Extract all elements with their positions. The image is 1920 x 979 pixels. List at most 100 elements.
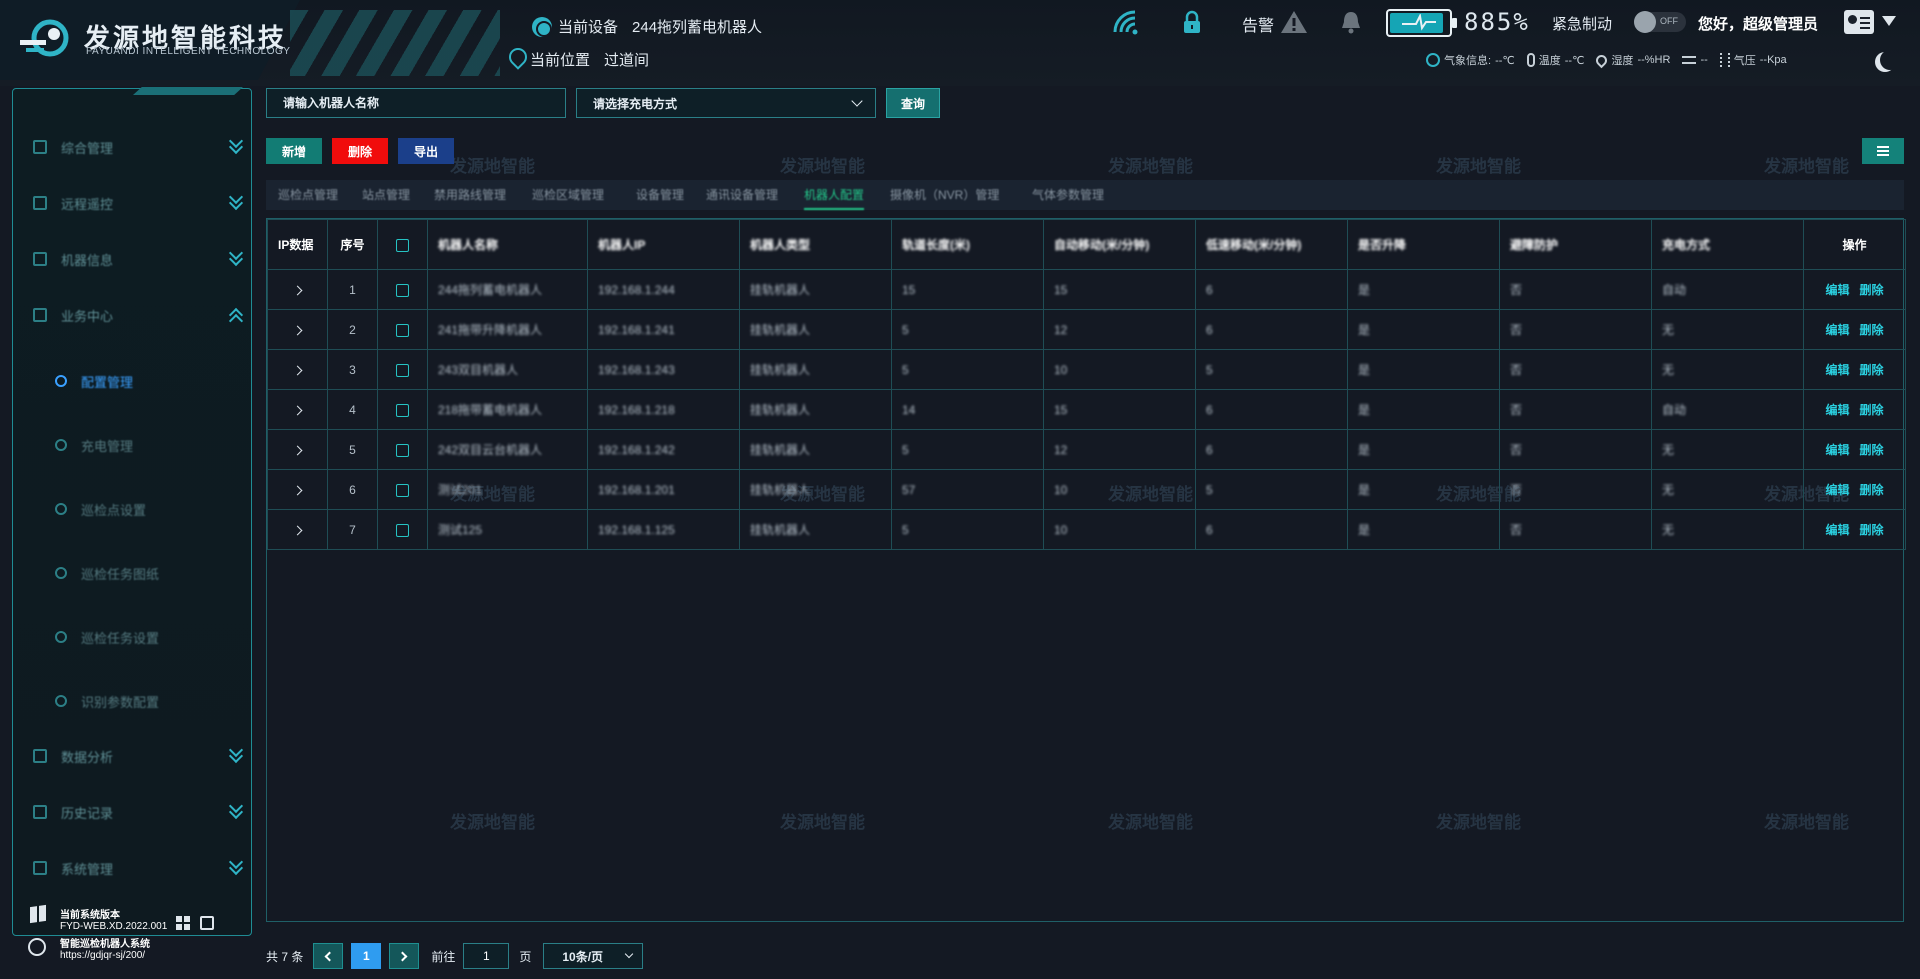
cell-type: 挂轨机器人 [739, 509, 892, 550]
sidebar-subitem-config[interactable]: 配置管理 [55, 368, 245, 394]
row-checkbox[interactable] [396, 363, 409, 377]
delete-link[interactable]: 删除 [1860, 403, 1884, 417]
row-checkbox[interactable] [396, 323, 409, 337]
tab-inspection-points[interactable]: 巡检点管理 [278, 180, 338, 210]
grid-icon[interactable] [176, 916, 190, 930]
signal-icon[interactable] [1112, 10, 1140, 36]
tab-robot-config[interactable]: 机器人配置 [804, 180, 865, 210]
bell-icon[interactable] [1340, 10, 1362, 34]
table-row: 1 244拖列蓄电机器人 192.168.1.244 挂轨机器人 15 15 6 是否自动 编辑… [267, 269, 1906, 310]
row-select-cell [377, 269, 428, 310]
row-checkbox[interactable] [396, 523, 409, 537]
chevron-right-icon [292, 285, 303, 295]
sidebar-subitem-inspection-points[interactable]: 巡检点设置 [55, 496, 245, 522]
cell-avoid: 否 [1499, 269, 1652, 310]
tab-disabled-routes[interactable]: 禁用路线管理 [434, 180, 506, 210]
current-device-value: 244拖列蓄电机器人 [632, 19, 763, 36]
select-all-checkbox[interactable] [396, 238, 409, 252]
tab-gas-params[interactable]: 气体参数管理 [1032, 180, 1104, 210]
current-location-label: 当前位置 [530, 51, 591, 69]
warning-icon[interactable] [1280, 10, 1308, 34]
cell-low-speed: 5 [1195, 469, 1348, 510]
document-icon[interactable] [200, 916, 214, 930]
globe-icon [532, 16, 552, 37]
expand-row-toggle[interactable] [267, 509, 328, 550]
expand-row-toggle[interactable] [267, 269, 328, 310]
sidebar-item-overview[interactable]: 综合管理 [33, 132, 243, 162]
sidebar-subitem-recognition-params[interactable]: 识别参数配置 [55, 688, 245, 714]
expand-row-toggle[interactable] [267, 389, 328, 430]
edit-link[interactable]: 编辑 [1825, 323, 1849, 337]
column-header: 序号 [327, 219, 378, 270]
cell-name: 243双目机器人 [427, 349, 588, 390]
tab-inspection-areas[interactable]: 巡检区域管理 [532, 180, 604, 210]
row-checkbox[interactable] [396, 483, 409, 497]
charge-method-placeholder: 请选择充电方式 [593, 96, 678, 111]
lock-icon[interactable] [1182, 10, 1202, 34]
edit-link[interactable]: 编辑 [1825, 483, 1849, 497]
expand-row-toggle[interactable] [267, 309, 328, 350]
sidebar-item-history[interactable]: 历史记录 [33, 797, 243, 827]
next-page-button[interactable] [389, 943, 420, 969]
delete-link[interactable]: 删除 [1860, 363, 1884, 377]
wind-info: -- [1682, 54, 1708, 66]
sidebar-subitem-task-drawing[interactable]: 巡检任务图纸 [55, 560, 245, 586]
tab-camera-nvr[interactable]: 摄像机（NVR）管理 [890, 180, 999, 210]
expand-row-toggle[interactable] [267, 429, 328, 470]
cell-lift: 是 [1347, 309, 1500, 350]
goto-page-input[interactable] [463, 943, 510, 969]
cell-type: 挂轨机器人 [739, 389, 892, 430]
charge-method-select[interactable]: 请选择充电方式 [576, 88, 876, 118]
delete-link[interactable]: 删除 [1860, 523, 1884, 537]
sidebar-item-system[interactable]: 系统管理 [33, 853, 243, 883]
alarm-label[interactable]: 告警 [1242, 12, 1274, 36]
sidebar-item-remote-control[interactable]: 远程遥控 [33, 188, 243, 218]
export-button[interactable]: 导出 [398, 138, 454, 164]
tab-sites[interactable]: 站点管理 [362, 180, 410, 210]
delete-button[interactable]: 删除 [332, 138, 388, 164]
tab-comm-devices[interactable]: 通讯设备管理 [706, 180, 778, 210]
sidebar-item-business-center[interactable]: 业务中心 [33, 300, 243, 330]
edit-link[interactable]: 编辑 [1825, 363, 1849, 377]
cell-charge: 自动 [1651, 389, 1804, 430]
row-checkbox[interactable] [396, 283, 409, 297]
cell-charge: 无 [1651, 469, 1804, 510]
delete-link[interactable]: 删除 [1860, 483, 1884, 497]
sidebar-item-data-analysis[interactable]: 数据分析 [33, 741, 243, 771]
chevron-right-icon [292, 445, 303, 455]
expand-row-toggle[interactable] [267, 349, 328, 390]
query-button[interactable]: 查询 [886, 88, 940, 118]
edit-link[interactable]: 编辑 [1825, 443, 1849, 457]
expand-row-toggle[interactable] [267, 469, 328, 510]
chevron-up-icon [229, 308, 243, 322]
cell-ip: 192.168.1.218 [587, 389, 740, 430]
cell-auto-speed: 15 [1043, 389, 1196, 430]
column-header: 充电方式 [1651, 219, 1804, 270]
sidebar-item-robot-info[interactable]: 机器信息 [33, 244, 243, 274]
prev-page-button[interactable] [313, 943, 344, 969]
top-header: 发源地智能科技 FAYUANDI INTELLIGENT TECHNOLOGY … [0, 0, 1920, 86]
delete-link[interactable]: 删除 [1860, 323, 1884, 337]
delete-link[interactable]: 删除 [1860, 283, 1884, 297]
page-number-current[interactable]: 1 [351, 943, 382, 969]
chevron-down-icon [229, 196, 243, 210]
emergency-brake-toggle[interactable]: OFF [1634, 11, 1686, 33]
system-url[interactable]: https://gdjqr-sj/200/ [60, 950, 145, 961]
tab-devices[interactable]: 设备管理 [636, 180, 684, 210]
moon-icon[interactable] [1880, 50, 1900, 70]
system-name: 智能巡检机器人系统 [60, 939, 150, 950]
edit-link[interactable]: 编辑 [1825, 523, 1849, 537]
sidebar-subitem-charging[interactable]: 充电管理 [55, 432, 245, 458]
sidebar-subitem-task-settings[interactable]: 巡检任务设置 [55, 624, 245, 650]
delete-link[interactable]: 删除 [1860, 443, 1884, 457]
row-checkbox[interactable] [396, 403, 409, 417]
page-size-select[interactable]: 10条/页 [543, 943, 644, 969]
user-card-icon[interactable] [1844, 10, 1874, 34]
add-button[interactable]: 新增 [266, 138, 322, 164]
user-menu-caret-icon[interactable] [1882, 16, 1896, 26]
column-menu-button[interactable] [1862, 138, 1904, 164]
row-checkbox[interactable] [396, 443, 409, 457]
edit-link[interactable]: 编辑 [1825, 403, 1849, 417]
robot-name-input[interactable] [266, 88, 566, 118]
edit-link[interactable]: 编辑 [1825, 283, 1849, 297]
